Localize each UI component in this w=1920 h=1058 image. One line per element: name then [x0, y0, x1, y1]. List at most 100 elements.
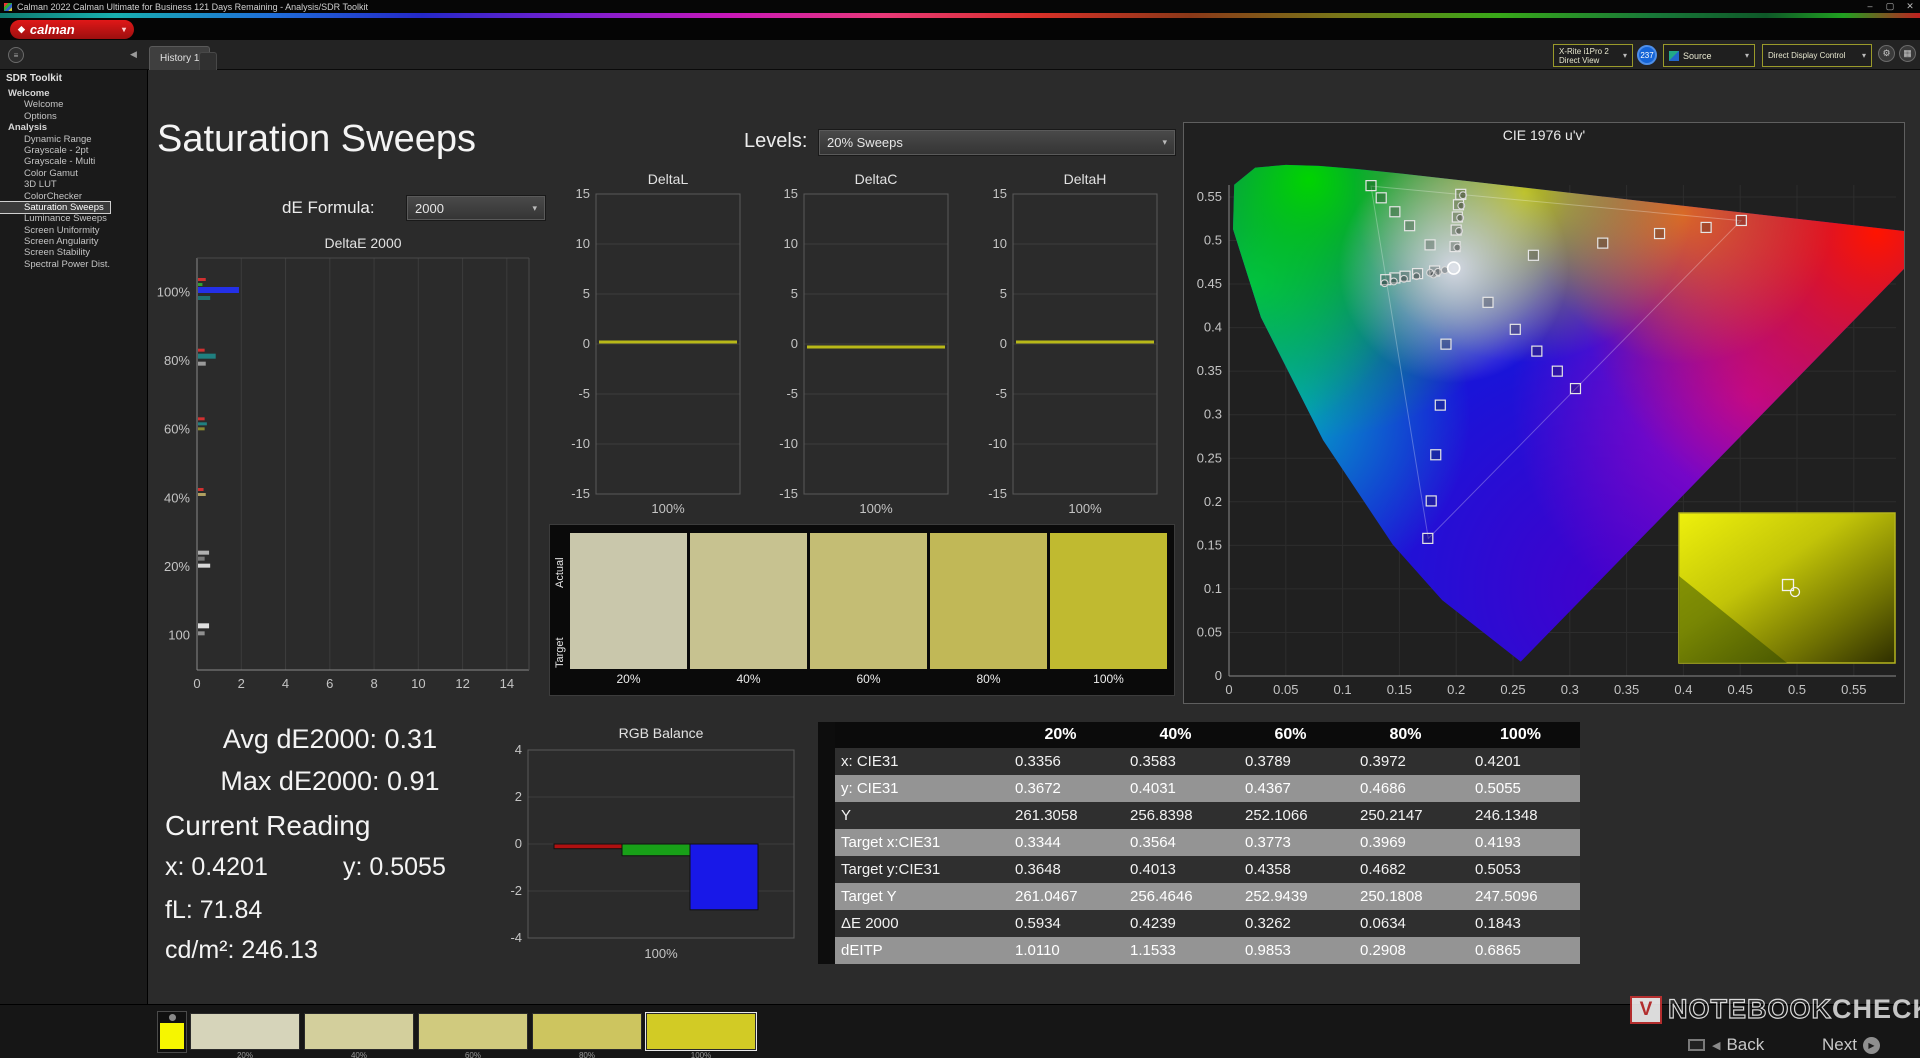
table-cell: 0.4682 [1348, 861, 1463, 878]
sidebar-item-3d-lut[interactable]: 3D LUT [0, 179, 147, 190]
svg-text:10: 10 [993, 236, 1007, 251]
levels-dropdown[interactable]: 20% Sweeps ▾ [818, 129, 1176, 156]
cie-current-marker [1448, 262, 1460, 274]
table-cell: 0.4367 [1233, 780, 1348, 797]
svg-text:40%: 40% [164, 490, 190, 505]
svg-text:100%: 100% [651, 501, 685, 516]
bottom-swatch-40%[interactable]: 40% [304, 1013, 414, 1058]
chevron-down-icon: ▾ [532, 203, 537, 214]
sidebar-item-screen-stability[interactable]: Screen Stability [0, 247, 147, 258]
meter-button[interactable]: X-Rite i1Pro 2 Direct View ▾ [1553, 44, 1633, 67]
table-row: Y261.3058256.8398252.1066250.2147246.134… [818, 802, 1580, 829]
table-cell: 0.4031 [1118, 780, 1233, 797]
display-control-button[interactable]: Direct Display Control ▾ [1762, 44, 1872, 67]
reading-y: y: 0.5055 [343, 853, 446, 882]
table-cell: 0.4239 [1118, 915, 1233, 932]
sidebar-collapse-icon[interactable]: ◀ [130, 49, 137, 60]
levels-value: 20% Sweeps [827, 135, 903, 150]
layout-grid-button[interactable]: ▦ [1899, 45, 1916, 62]
max-de2000: Max dE2000: 0.91 [180, 760, 480, 802]
svg-text:5: 5 [1000, 286, 1007, 301]
svg-text:0.45: 0.45 [1728, 682, 1753, 697]
svg-text:-15: -15 [571, 486, 590, 501]
bottom-swatch-100%[interactable]: 100% [646, 1013, 756, 1058]
monitor-icon[interactable] [1688, 1039, 1705, 1051]
back-button[interactable]: ◀ Back [1712, 1035, 1764, 1055]
table-cell: 0.3583 [1118, 753, 1233, 770]
table-cell: 246.1348 [1463, 807, 1578, 824]
cie-diagram-panel: CIE 1976 u'v'000.050.050.10.10.150.150.2… [1183, 122, 1905, 704]
logo-bar: ◆ calman ▾ [0, 18, 1920, 40]
svg-text:100%: 100% [157, 284, 191, 299]
sidebar-item-luminance-sweeps[interactable]: Luminance Sweeps [0, 213, 147, 224]
svg-text:DeltaL: DeltaL [648, 171, 689, 187]
bottom-swatch-80%[interactable]: 80% [532, 1013, 642, 1058]
tab-stub[interactable] [199, 52, 217, 70]
sidebar-item-grayscale-multi[interactable]: Grayscale - Multi [0, 156, 147, 167]
table-row-label: Target y:CIE31 [835, 861, 1003, 878]
svg-text:-15: -15 [779, 486, 798, 501]
svg-text:100%: 100% [859, 501, 893, 516]
svg-text:DeltaC: DeltaC [855, 171, 898, 187]
calman-diamond-icon: ◆ [18, 24, 25, 35]
svg-text:0.45: 0.45 [1197, 276, 1222, 291]
sidebar-item-spectral-power-dist-[interactable]: Spectral Power Dist. [0, 259, 147, 270]
reading-fl: fL: 71.84 [165, 896, 262, 925]
sidebar-item-analysis[interactable]: Analysis [0, 122, 147, 133]
close-button[interactable]: ✕ [1900, 1, 1920, 12]
table-cell: 1.0110 [1003, 942, 1118, 959]
sidebar-item-screen-angularity[interactable]: Screen Angularity [0, 236, 147, 247]
svg-text:100: 100 [168, 628, 190, 643]
svg-text:-5: -5 [786, 386, 798, 401]
table-col-header: 40% [1118, 726, 1233, 744]
svg-text:-10: -10 [779, 436, 798, 451]
de-formula-dropdown[interactable]: 2000 ▾ [406, 195, 546, 221]
table-row-label: ΔE 2000 [835, 915, 1003, 932]
table-cell: 0.3356 [1003, 753, 1118, 770]
svg-text:0.35: 0.35 [1197, 363, 1222, 378]
workflow-menu-button[interactable]: ≡ [8, 47, 24, 63]
active-patch-preview[interactable] [157, 1011, 187, 1053]
table-cell: 252.9439 [1233, 888, 1348, 905]
table-row: y: CIE310.36720.40310.43670.46860.5055 [818, 775, 1580, 802]
sidebar-item-grayscale-2pt[interactable]: Grayscale - 2pt [0, 145, 147, 156]
table-row: Target Y261.0467256.4646252.9439250.1808… [818, 883, 1580, 910]
sidebar-item-dynamic-range[interactable]: Dynamic Range [0, 134, 147, 145]
table-col-header: 100% [1463, 726, 1578, 744]
svg-text:0.55: 0.55 [1841, 682, 1866, 697]
table-cell: 252.1066 [1233, 807, 1348, 824]
sidebar-item-colorchecker[interactable]: ColorChecker [0, 191, 147, 202]
table-cell: 0.4201 [1463, 753, 1578, 770]
svg-text:DeltaE 2000: DeltaE 2000 [324, 235, 401, 251]
sidebar-item-welcome[interactable]: Welcome [0, 99, 147, 110]
sidebar-item-welcome[interactable]: Welcome [0, 88, 147, 99]
source-button[interactable]: Source ▾ [1663, 44, 1755, 67]
svg-text:8: 8 [370, 676, 377, 691]
maximize-button[interactable]: ▢ [1880, 1, 1900, 12]
deltae-chart: DeltaE 200002468101214100%80%60%40%20%10… [155, 232, 540, 697]
table-cell: 256.8398 [1118, 807, 1233, 824]
table-cell: 0.2908 [1348, 942, 1463, 959]
bottom-swatch-20%[interactable]: 20% [190, 1013, 300, 1058]
minimize-button[interactable]: – [1860, 1, 1880, 12]
svg-text:5: 5 [791, 286, 798, 301]
table-cell: 0.3344 [1003, 834, 1118, 851]
svg-text:0.2: 0.2 [1204, 494, 1222, 509]
svg-text:CIE 1976 u'v': CIE 1976 u'v' [1503, 127, 1585, 143]
sidebar-item-options[interactable]: Options [0, 111, 147, 122]
actual-label: Actual [554, 533, 570, 613]
svg-text:100%: 100% [644, 946, 678, 961]
table-cell: 0.3262 [1233, 915, 1348, 932]
svg-text:0.25: 0.25 [1500, 682, 1525, 697]
sidebar-item-screen-uniformity[interactable]: Screen Uniformity [0, 225, 147, 236]
settings-gear-button[interactable]: ⚙ [1878, 45, 1895, 62]
sidebar-item-color-gamut[interactable]: Color Gamut [0, 168, 147, 179]
table-cell: 0.4686 [1348, 780, 1463, 797]
svg-text:6: 6 [326, 676, 333, 691]
svg-text:10: 10 [576, 236, 590, 251]
bottom-swatch-60%[interactable]: 60% [418, 1013, 528, 1058]
calman-logo-button[interactable]: ◆ calman ▾ [10, 20, 134, 39]
next-button[interactable]: Next ▶ [1822, 1035, 1880, 1055]
svg-text:100%: 100% [1068, 501, 1102, 516]
sidebar-item-saturation-sweeps[interactable]: Saturation Sweeps [0, 202, 110, 213]
